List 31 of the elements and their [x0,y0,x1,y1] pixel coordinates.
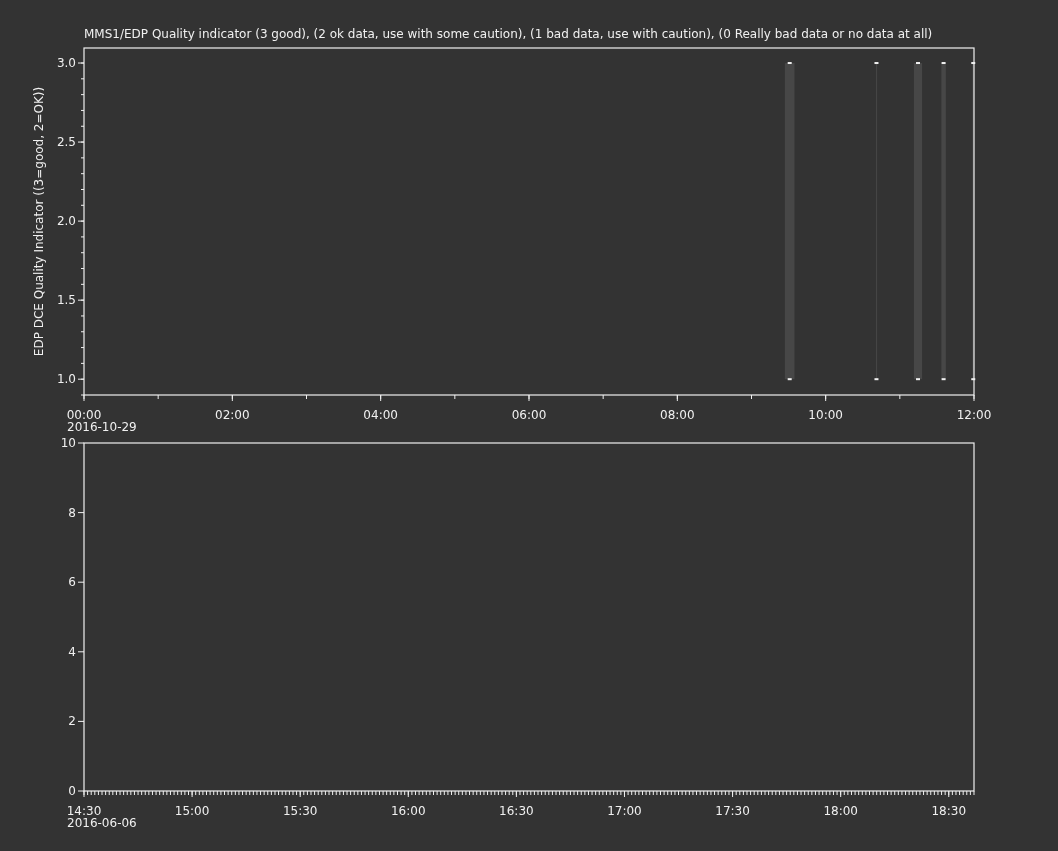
y-tick-label: 2.0 [56,214,76,229]
x-tick-label: 04:00 [363,408,398,422]
x-tick-label: 17:00 [607,804,642,818]
y-tick-label: 6 [68,575,76,590]
y-tick-label: 4 [68,644,76,659]
y-tick-label: 1.5 [56,293,76,308]
plot-title: MMS1/EDP Quality indicator (3 good), (2 ok data, use with some caution), (1 bad data, use with caution), (0 Really bad data or no data at all) [84,27,933,41]
x-tick-label: 16:30 [499,804,534,818]
x-tick-label: 02:00 [215,408,250,422]
y-tick-label: 2 [68,714,76,729]
x-tick-label: 00:00 [66,408,102,422]
x-tick-label: 18:00 [823,804,858,818]
x-tick-label: 18:30 [931,804,967,818]
y-tick-label: 0 [68,784,76,798]
x-tick-label: 17:30 [715,804,750,818]
x-tick-label: 16:00 [391,804,426,818]
y-tick-label: 10 [60,436,76,450]
x-tick-label: 10:00 [808,408,843,422]
x-tick-label: 08:00 [660,408,695,422]
y-tick-label: 2.5 [56,135,76,150]
x-tick-label: 12:00 [956,408,992,422]
y-tick-label: 3.0 [56,56,76,70]
x-tick-label: 15:30 [282,804,318,818]
x-tick-label: 14:30 [66,804,102,818]
y-tick-label: 8 [68,505,76,520]
y-tick-label: 1.0 [56,372,76,387]
y-axis-label: EDP DCE Quality Indicator ((3=good, 2=OK)) [32,86,46,357]
x-tick-label: 06:00 [511,408,547,422]
x-tick-label: 15:00 [174,804,210,818]
date-label: 2016-10-29 [67,420,137,434]
date-label: 2016-06-06 [67,816,137,830]
